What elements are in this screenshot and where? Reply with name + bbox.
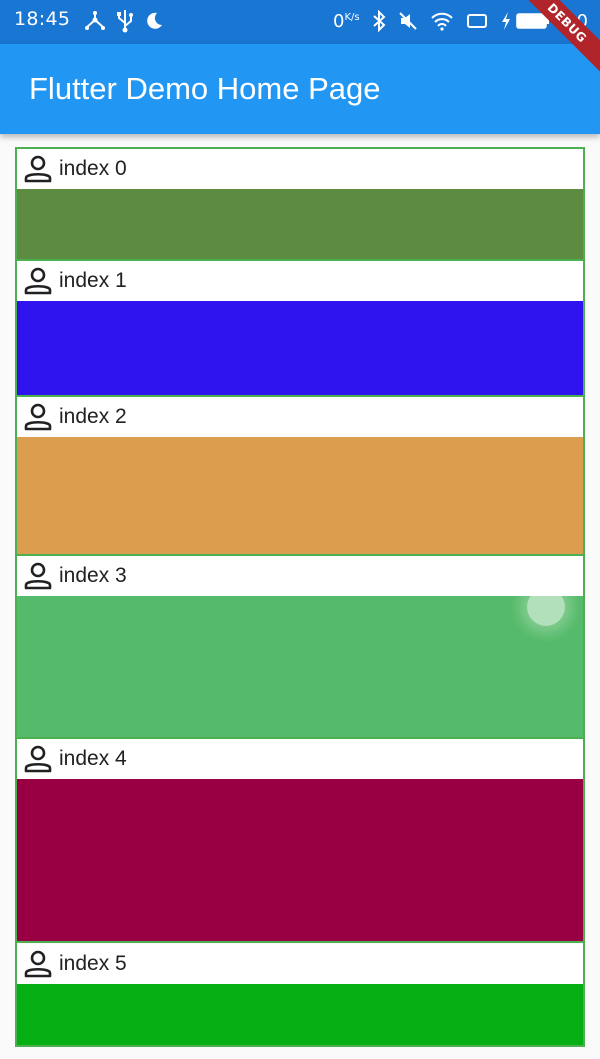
- list-item-label: index 4: [59, 747, 127, 770]
- list-item-label: index 0: [59, 157, 127, 180]
- list-item[interactable]: index 4: [17, 739, 583, 943]
- list-item[interactable]: index 5: [17, 944, 583, 1045]
- list-item-header: index 4: [17, 739, 583, 779]
- list-item-label: index 2: [59, 405, 127, 428]
- net-speed: 0K/s: [333, 10, 360, 32]
- color-block: [17, 779, 583, 943]
- wifi-icon: [430, 11, 454, 31]
- status-time: 18:45: [14, 8, 71, 30]
- person-icon: [24, 267, 52, 295]
- app-bar: Flutter Demo Home Page: [0, 44, 600, 134]
- list-item-header: index 5: [17, 944, 583, 984]
- person-icon: [24, 562, 52, 590]
- list-item[interactable]: index 0: [17, 149, 583, 261]
- status-bar: 18:45 0K/s 100: [0, 0, 600, 44]
- list-item-header: index 1: [17, 261, 583, 301]
- color-block: [17, 437, 583, 556]
- touch-ripple: [527, 588, 565, 626]
- list-item[interactable]: index 2: [17, 397, 583, 556]
- list-item-header: index 0: [17, 149, 583, 189]
- item-list[interactable]: index 0 index 1 index 2 index 3 index 4: [15, 147, 585, 1047]
- list-item[interactable]: index 3: [17, 556, 583, 739]
- list-item-label: index 3: [59, 564, 127, 587]
- moon-icon: [144, 11, 164, 31]
- bluetooth-icon: [372, 10, 386, 32]
- usb-icon: [116, 9, 134, 33]
- charging-icon: [501, 12, 510, 30]
- color-block: [17, 301, 583, 397]
- list-item-header: index 2: [17, 397, 583, 437]
- person-icon: [24, 745, 52, 773]
- color-block: [17, 984, 583, 1045]
- person-icon: [24, 155, 52, 183]
- usb-tether-icon: [84, 10, 106, 32]
- screen-icon: [466, 12, 488, 30]
- list-item[interactable]: index 1: [17, 261, 583, 397]
- color-block: [17, 596, 583, 739]
- page-title: Flutter Demo Home Page: [29, 71, 381, 106]
- list-item-label: index 5: [59, 952, 127, 975]
- list-item-header: index 3: [17, 556, 583, 596]
- list-item-label: index 1: [59, 269, 127, 292]
- mute-icon: [398, 11, 418, 31]
- color-block: [17, 189, 583, 261]
- person-icon: [24, 950, 52, 978]
- person-icon: [24, 403, 52, 431]
